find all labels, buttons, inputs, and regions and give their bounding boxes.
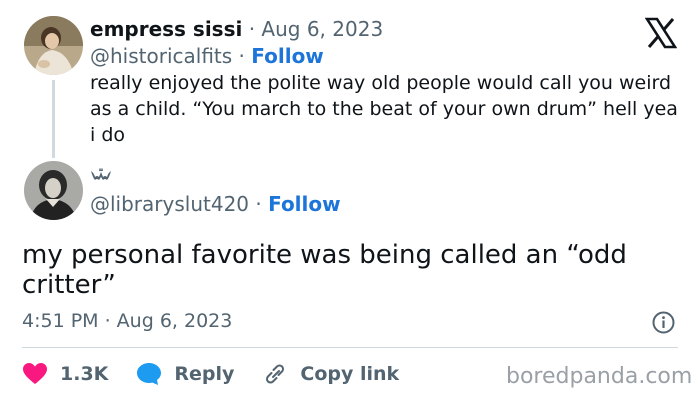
reply-handle-separator: · (255, 192, 262, 216)
reply-follow-button[interactable]: Follow (268, 192, 341, 216)
parent-tweet-text: really enjoyed the polite way old people… (90, 72, 678, 146)
parent-header: empress sissi · Aug 6, 2023 (90, 17, 383, 41)
bat-icon (91, 168, 111, 180)
parent-date[interactable]: Aug 6, 2023 (261, 17, 383, 41)
reply-handle-row: @libraryslut420 · Follow (90, 192, 341, 216)
reply-handle[interactable]: @libraryslut420 (90, 192, 249, 216)
reply-bubble-icon (137, 363, 162, 385)
portrait-avatar-icon (24, 16, 83, 75)
parent-follow-button[interactable]: Follow (251, 44, 324, 68)
reply-button[interactable]: Reply (136, 362, 234, 386)
handle-separator: · (238, 44, 245, 68)
info-icon[interactable] (652, 311, 675, 334)
action-bar: 1.3K Reply Copy link (22, 360, 427, 388)
like-count: 1.3K (60, 363, 109, 385)
parent-handle[interactable]: @historicalfits (90, 44, 232, 68)
parent-avatar[interactable] (24, 16, 83, 75)
victorian-portrait-avatar-icon (24, 161, 83, 220)
header-separator: · (248, 17, 256, 41)
thread-line (52, 80, 55, 158)
x-logo-icon[interactable] (645, 17, 677, 49)
copy-link-label: Copy link (300, 363, 400, 385)
heart-icon (23, 363, 47, 384)
like-button[interactable]: 1.3K (22, 362, 108, 386)
copy-link-button[interactable]: Copy link (262, 362, 399, 386)
reply-tweet-text: my personal favorite was being called an… (22, 240, 627, 300)
parent-display-name[interactable]: empress sissi (90, 17, 242, 41)
parent-handle-row: @historicalfits · Follow (90, 44, 324, 68)
divider (22, 347, 678, 348)
watermark: boredpanda.com (506, 364, 693, 389)
reply-timestamp[interactable]: 4:51 PM · Aug 6, 2023 (22, 310, 232, 332)
reply-label: Reply (174, 363, 235, 385)
reply-avatar[interactable] (24, 161, 83, 220)
link-icon (266, 364, 285, 384)
